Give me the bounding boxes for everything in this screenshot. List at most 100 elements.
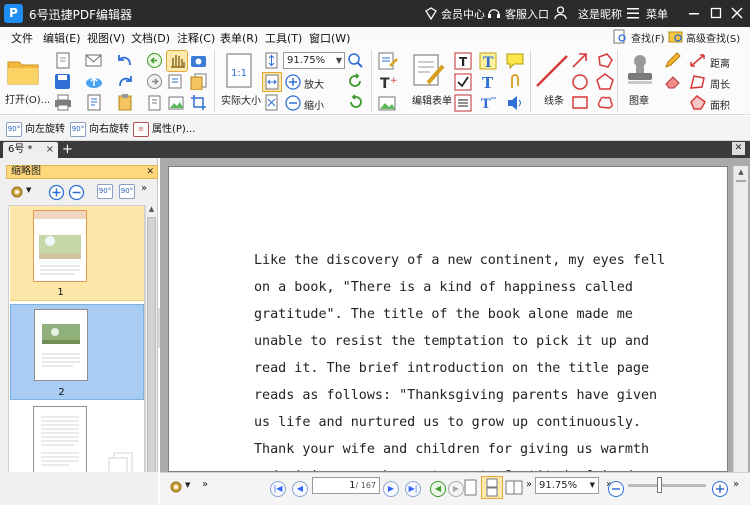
status-zoom-combo[interactable]: 91.75% ▼ [535, 477, 599, 494]
list-field-icon[interactable] [454, 94, 472, 112]
cloud-shape-icon[interactable] [596, 94, 614, 111]
edit-form-icon[interactable] [410, 53, 446, 87]
select-text-icon[interactable] [168, 73, 186, 90]
chevron-down-icon[interactable]: ▼ [26, 186, 31, 194]
paste-icon[interactable] [146, 94, 163, 111]
document-properties-icon[interactable] [85, 94, 103, 111]
line-tool-icon[interactable] [534, 53, 570, 89]
continuous-page-button[interactable] [481, 476, 503, 499]
copy-icon[interactable] [190, 73, 208, 90]
pentagon-tool-icon[interactable] [596, 73, 614, 90]
close-document-button[interactable]: ✕ [732, 142, 745, 155]
nickname-link[interactable]: 这是昵称 [578, 6, 622, 22]
thumbnail-zoom-out-icon[interactable] [68, 184, 85, 201]
eraser-icon[interactable] [664, 73, 682, 90]
add-tab-button[interactable]: + [62, 142, 73, 157]
fit-visible-icon[interactable] [263, 94, 280, 111]
document-page[interactable]: Like the discovery of a new continent, m… [168, 166, 728, 472]
previous-page-button[interactable]: ◀ [292, 481, 308, 497]
customer-service-link[interactable]: 客服入口 [505, 6, 549, 22]
polygon-tool-icon[interactable] [596, 52, 614, 69]
menu-form[interactable]: 表单(R) [220, 30, 258, 46]
save-icon[interactable] [54, 73, 72, 90]
add-image-icon[interactable] [378, 95, 398, 113]
chevron-down-icon[interactable]: ▼ [185, 481, 190, 489]
stamp-label[interactable]: 图章 [629, 92, 649, 107]
zoom-in-label[interactable]: 放大 [304, 76, 324, 91]
actual-size-icon[interactable]: 1:1 [225, 53, 253, 89]
document-tab[interactable]: 6号 * × [3, 142, 58, 158]
menu-edit[interactable]: 编辑(E) [43, 30, 81, 46]
status-zoom-in-button[interactable] [712, 481, 728, 497]
hand-tool-button[interactable] [166, 50, 188, 72]
rectangle-tool-icon[interactable] [571, 94, 589, 111]
zoom-combo[interactable]: 91.75% ▼ [283, 52, 345, 69]
thumbnail-page-2[interactable]: 2 [10, 304, 144, 400]
typewriter-icon[interactable]: T [479, 52, 497, 70]
maximize-button[interactable] [708, 5, 724, 21]
distance-icon[interactable] [689, 52, 707, 69]
menu-comment[interactable]: 注释(C) [177, 30, 215, 46]
fit-page-icon[interactable] [263, 52, 280, 69]
single-page-icon[interactable] [464, 479, 477, 496]
next-page-button[interactable]: ▶ [383, 481, 399, 497]
menu-document[interactable]: 文档(D) [131, 30, 170, 46]
stamp-icon[interactable] [624, 52, 656, 88]
undo-icon[interactable] [116, 52, 134, 69]
area-icon[interactable] [689, 94, 707, 111]
first-page-button[interactable]: |◀ [270, 481, 286, 497]
thumbnail-rotate-left-icon[interactable]: 90° [97, 184, 113, 199]
ellipse-tool-icon[interactable] [571, 73, 589, 90]
rotate-view-ccw-icon[interactable] [347, 94, 364, 111]
zoom-out-icon[interactable] [285, 95, 301, 111]
thumbnail-scroll-thumb[interactable] [147, 217, 156, 479]
crop-page-icon[interactable] [190, 94, 208, 111]
arrow-tool-icon[interactable] [571, 52, 589, 69]
close-panel-icon[interactable]: ✕ [146, 166, 154, 178]
edit-form-label[interactable]: 编辑表单 [412, 92, 452, 107]
perimeter-icon[interactable] [689, 73, 707, 90]
find-button[interactable]: 查找(F) [631, 30, 665, 45]
textbox-icon[interactable]: T [479, 73, 497, 91]
previous-view-button[interactable]: ◀ [430, 481, 446, 497]
callout-icon[interactable]: T [479, 94, 497, 112]
print-icon[interactable] [54, 94, 72, 111]
main-menu-link[interactable]: 菜单 [646, 6, 668, 22]
note-icon[interactable] [506, 52, 524, 70]
zoom-slider[interactable] [628, 484, 706, 487]
menu-window[interactable]: 窗口(W) [309, 30, 350, 46]
rotate-view-cw-icon[interactable] [347, 73, 364, 90]
line-tool-label[interactable]: 线条 [544, 92, 564, 107]
expand-icon[interactable]: » [202, 479, 208, 490]
thumbnail-scrollbar[interactable]: ▲ ▼ [145, 205, 157, 497]
add-text-icon[interactable]: T + [378, 74, 398, 92]
next-view-button[interactable]: ▶ [448, 481, 464, 497]
close-window-button[interactable] [729, 5, 745, 21]
more-options-icon[interactable]: » [141, 183, 147, 194]
pencil-icon[interactable] [664, 52, 682, 69]
page-number-field[interactable]: 1/ 167 [312, 477, 380, 494]
close-tab-icon[interactable]: × [46, 142, 54, 158]
advanced-find-button[interactable]: 高级查找(S) [686, 30, 740, 45]
gear-icon[interactable] [9, 184, 25, 200]
open-folder-icon[interactable] [6, 54, 40, 86]
redo-icon[interactable] [116, 73, 134, 90]
facing-pages-icon[interactable] [505, 479, 523, 496]
thumbnail-page-1[interactable]: 1 [10, 206, 144, 301]
document-scrollbar[interactable]: ▲ [733, 166, 748, 472]
zoom-out-label[interactable]: 缩小 [304, 97, 324, 112]
rotate-left-button[interactable]: 90° 向左旋转 [6, 120, 65, 137]
minimize-button[interactable] [686, 5, 702, 21]
fit-width-button[interactable] [262, 72, 282, 92]
status-gear-icon[interactable] [168, 479, 184, 495]
statusbar-overflow-icon[interactable]: » [733, 479, 739, 490]
area-label[interactable]: 面积 [710, 97, 730, 112]
open-button-label[interactable]: 打开(O)... [5, 91, 50, 106]
sound-icon[interactable] [506, 94, 524, 112]
forward-icon[interactable] [146, 73, 163, 90]
properties-button[interactable]: ≡ 属性(P)... [133, 120, 195, 137]
cloud-upload-icon[interactable] [85, 73, 103, 90]
menu-tools[interactable]: 工具(T) [265, 30, 302, 46]
member-center-link[interactable]: 会员中心 [441, 6, 485, 22]
thumbnail-zoom-in-icon[interactable] [48, 184, 65, 201]
